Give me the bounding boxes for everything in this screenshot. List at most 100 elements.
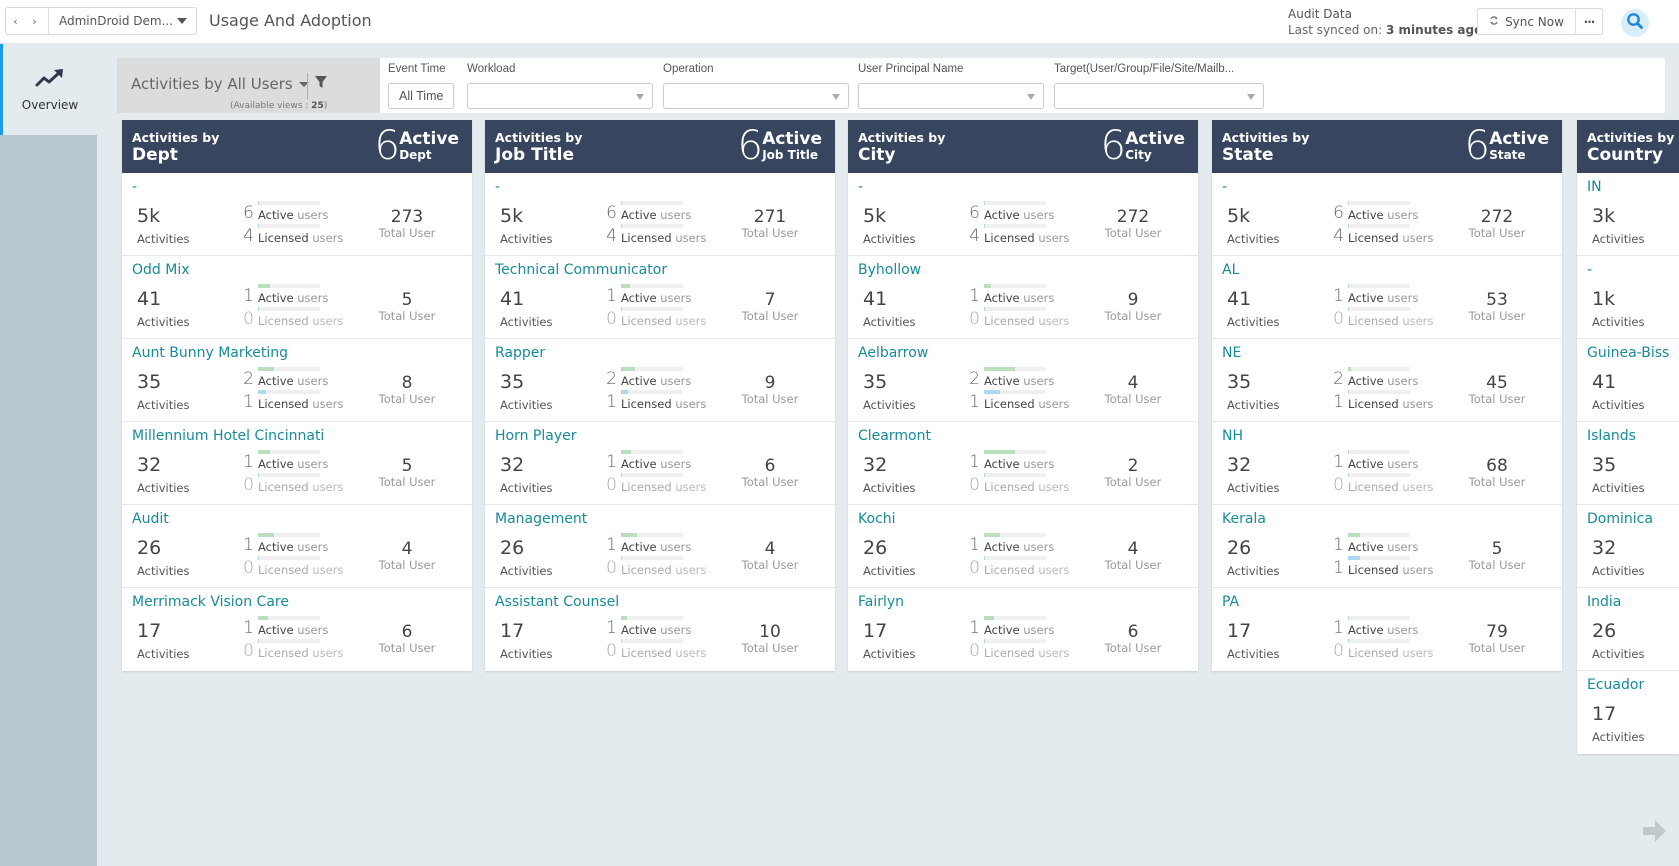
licensed-word: Licensed	[984, 397, 1035, 411]
users-word: users	[1387, 291, 1419, 305]
item-name-link[interactable]: IN	[1587, 179, 1602, 195]
item-name-link[interactable]: Fairlyn	[858, 594, 904, 610]
back-button[interactable]: ‹	[6, 8, 25, 34]
scroll-right-button[interactable]	[1643, 820, 1667, 846]
item-name-link[interactable]: Millennium Hotel Cincinnati	[132, 428, 324, 444]
active-users-bar-fill	[1348, 367, 1351, 371]
target-select[interactable]	[1054, 83, 1264, 109]
activities-label: Activities	[1592, 398, 1645, 412]
licensed-users-count: 0	[1333, 475, 1344, 495]
total-users: 4 Total User	[1098, 373, 1168, 406]
item-name-link[interactable]: NH	[1222, 428, 1243, 444]
top-bar: ‹ › AdminDroid Dem... Usage And Adoption…	[0, 0, 1679, 44]
licensed-users-bar-fill	[984, 224, 986, 228]
item-name-link[interactable]: Islands	[1587, 428, 1636, 444]
event-time-button[interactable]: All Time	[388, 83, 455, 109]
item-name-link[interactable]: NE	[1222, 345, 1241, 361]
licensed-word: Licensed	[984, 314, 1035, 328]
total-users-label: Total User	[741, 392, 799, 406]
item-name-link[interactable]: Kochi	[858, 511, 896, 527]
licensed-users-bar	[1348, 556, 1410, 560]
item-name-link[interactable]: Audit	[132, 511, 169, 527]
item-name-link[interactable]: Guinea-Biss	[1587, 345, 1669, 361]
item-name-link[interactable]: -	[495, 179, 500, 195]
item-name-link[interactable]: Byhollow	[858, 262, 921, 278]
item-name-link[interactable]: Management	[495, 511, 587, 527]
workload-select[interactable]	[467, 83, 653, 109]
item-name-link[interactable]: PA	[1222, 594, 1239, 610]
users-word: users	[660, 208, 692, 222]
active-word: Active	[1348, 540, 1384, 554]
total-users-count: 2	[1127, 456, 1139, 476]
licensed-users-count: 0	[243, 475, 254, 495]
sidebar-item-overview[interactable]: Overview	[0, 44, 97, 135]
active-word: Active	[258, 623, 294, 637]
item-name-link[interactable]: Dominica	[1587, 511, 1653, 527]
licensed-word: Licensed	[1348, 397, 1399, 411]
sync-now-button[interactable]: Sync Now	[1478, 9, 1576, 34]
card-header-dimension: State	[1222, 145, 1274, 165]
active-users-bar-fill	[258, 284, 271, 288]
licensed-word: Licensed	[621, 397, 672, 411]
activities-count: 35	[137, 371, 162, 393]
licensed-users-bar	[258, 473, 320, 477]
list-item: - 5k Activities 6 Active users 4 License…	[485, 173, 835, 256]
upn-select[interactable]	[858, 83, 1044, 109]
item-name-link[interactable]: -	[858, 179, 863, 195]
item-name-link[interactable]: Rapper	[495, 345, 545, 361]
active-users-label: Active users	[621, 623, 691, 637]
users-word: users	[660, 457, 692, 471]
item-name-link[interactable]: Assistant Counsel	[495, 594, 619, 610]
active-users-label: Active users	[1348, 291, 1418, 305]
chevron-right-icon: ›	[32, 14, 37, 28]
search-button[interactable]	[1621, 9, 1649, 37]
item-name-link[interactable]: Kerala	[1222, 511, 1266, 527]
activities-label: Activities	[500, 232, 553, 246]
users-word: users	[297, 540, 329, 554]
tenant-selector[interactable]: AdminDroid Dem...	[49, 14, 196, 28]
licensed-users-bar	[1348, 390, 1410, 394]
activities-count: 3k	[1592, 205, 1616, 227]
active-users-bar-fill	[984, 616, 995, 620]
item-name-link[interactable]: -	[1222, 179, 1227, 195]
licensed-users-bar	[1348, 224, 1410, 228]
card-city: Activities by City 6 Active City - 5k Ac…	[848, 120, 1198, 671]
activities-label: Activities	[137, 398, 190, 412]
active-users-bar	[621, 616, 683, 620]
item-name-link[interactable]: Merrimack Vision Care	[132, 594, 289, 610]
item-name-link[interactable]: Horn Player	[495, 428, 577, 444]
licensed-users-count: 0	[1333, 641, 1344, 661]
card-header-prefix: Activities by	[858, 130, 946, 145]
item-name-link[interactable]: Aunt Bunny Marketing	[132, 345, 288, 361]
item-name-link[interactable]: Aelbarrow	[858, 345, 928, 361]
users-word: users	[1402, 646, 1434, 660]
total-users: 68 Total User	[1462, 456, 1532, 489]
activities-label: Activities	[500, 315, 553, 329]
active-users-bar-fill	[621, 616, 628, 620]
more-options-button[interactable]: ···	[1576, 9, 1602, 34]
item-name-link[interactable]: -	[132, 179, 137, 195]
sync-now-label: Sync Now	[1505, 14, 1564, 29]
active-users-count: 2	[969, 369, 980, 389]
activities-label: Activities	[1227, 481, 1280, 495]
forward-button[interactable]: ›	[25, 8, 44, 34]
item-name-link[interactable]: -	[1587, 262, 1592, 278]
item-name-link[interactable]: Technical Communicator	[495, 262, 667, 278]
activities-count: 5k	[500, 205, 524, 227]
item-name-link[interactable]: Ecuador	[1587, 677, 1644, 693]
item-name-link[interactable]: Odd Mix	[132, 262, 190, 278]
activities-count: 17	[500, 620, 525, 642]
view-selector[interactable]: Activities by All Users	[131, 75, 309, 93]
filter-button[interactable]	[314, 74, 328, 93]
operation-select[interactable]	[663, 83, 849, 109]
users-word: users	[1023, 291, 1055, 305]
card-header: Activities by State 6 Active State	[1212, 120, 1562, 173]
licensed-users-label: Licensed users	[621, 563, 706, 577]
item-name-link[interactable]: Clearmont	[858, 428, 931, 444]
available-views-suffix: )	[323, 101, 328, 111]
item-name-link[interactable]: India	[1587, 594, 1621, 610]
active-users-label: Active users	[984, 291, 1054, 305]
item-name-link[interactable]: AL	[1222, 262, 1239, 278]
chevron-left-icon: ‹	[13, 14, 18, 28]
active-users-bar	[984, 201, 1046, 205]
